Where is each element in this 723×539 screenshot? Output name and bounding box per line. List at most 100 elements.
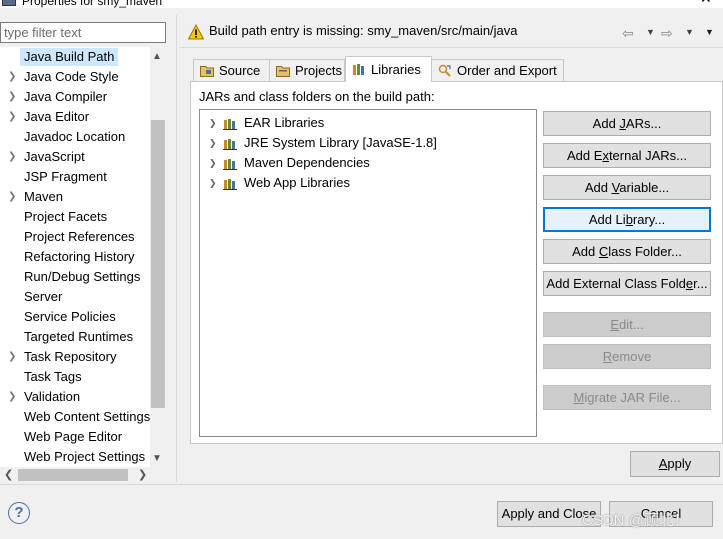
scroll-up-icon[interactable]: ▲ xyxy=(152,51,162,62)
header-divider xyxy=(180,47,723,48)
chevron-down-icon[interactable]: ▼ xyxy=(685,27,694,37)
library-icon xyxy=(353,64,364,75)
tree-item-label: EAR Libraries xyxy=(244,115,325,130)
remove-button[interactable]: Remove xyxy=(543,344,711,369)
nav-item-java-editor[interactable]: ❯ Java Editor xyxy=(0,107,150,127)
tab-order-and-export[interactable]: Order and Export xyxy=(431,59,564,81)
add-library-button[interactable]: Add Library... xyxy=(543,207,711,232)
nav-item-validation[interactable]: ❯ Validation xyxy=(0,387,150,407)
nav-item-label: Web Project Settings xyxy=(24,449,146,464)
nav-item-label: Task Tags xyxy=(24,369,82,384)
scrollbar-thumb[interactable] xyxy=(151,120,165,408)
order-export-icon xyxy=(438,64,451,77)
nav-item-service-policies[interactable]: Service Policies xyxy=(0,307,150,327)
nav-item-javadoc-location[interactable]: Javadoc Location xyxy=(0,127,150,147)
library-icon xyxy=(223,159,237,170)
nav-item-label: Service Policies xyxy=(24,309,116,324)
nav-item-label: Run/Debug Settings xyxy=(24,269,141,284)
nav-item-label: Refactoring History xyxy=(24,249,135,264)
nav-item-label: Targeted Runtimes xyxy=(24,329,134,344)
nav-item-targeted-runtimes[interactable]: Targeted Runtimes xyxy=(0,327,150,347)
scroll-right-icon[interactable]: ❯ xyxy=(138,468,147,481)
nav-item-task-tags[interactable]: Task Tags xyxy=(0,367,150,387)
chevron-right-icon[interactable]: ❯ xyxy=(209,138,217,149)
nav-item-refactoring-history[interactable]: Refactoring History xyxy=(0,247,150,267)
folder-icon xyxy=(200,66,214,77)
header-message: Build path entry is missing: smy_maven/s… xyxy=(209,23,518,38)
window-title: Properties for smy_maven xyxy=(22,0,163,8)
add-external-class-folder-button[interactable]: Add External Class Folder... xyxy=(543,271,711,296)
app-icon xyxy=(2,0,16,6)
chevron-down-icon[interactable]: ▼ xyxy=(646,27,655,37)
view-menu-icon[interactable]: ▼ xyxy=(705,27,714,37)
nav-item-java-build-path[interactable]: Java Build Path xyxy=(0,47,150,67)
tab-label: Source xyxy=(219,63,261,78)
project-folder-icon xyxy=(276,66,290,77)
nav-item-label: Maven xyxy=(24,189,64,204)
chevron-right-icon[interactable]: ❯ xyxy=(8,191,16,202)
nav-item-label: Javadoc Location xyxy=(24,129,126,144)
chevron-right-icon[interactable]: ❯ xyxy=(8,151,16,162)
add-class-folder-button[interactable]: Add Class Folder... xyxy=(543,239,711,264)
nav-item-label: Web Page Editor xyxy=(24,429,123,444)
nav-item-label: Web Content Settings xyxy=(24,409,150,424)
nav-item-label: Java Compiler xyxy=(24,89,108,104)
chevron-right-icon[interactable]: ❯ xyxy=(8,391,16,402)
nav-item-label: Project Facets xyxy=(24,209,108,224)
chevron-right-icon[interactable]: ❯ xyxy=(209,118,217,129)
nav-item-java-code-style[interactable]: ❯ Java Code Style xyxy=(0,67,150,87)
edit-button[interactable]: Edit... xyxy=(543,312,711,337)
migrate-jar-file-button[interactable]: Migrate JAR File... xyxy=(543,385,711,410)
chevron-right-icon[interactable]: ❯ xyxy=(8,351,16,362)
nav-item-server[interactable]: Server xyxy=(0,287,150,307)
close-icon[interactable]: ✕ xyxy=(700,0,712,7)
tab-projects[interactable]: Projects xyxy=(269,59,345,81)
nav-item-web-content-settings[interactable]: Web Content Settings xyxy=(0,407,150,427)
nav-item-label: Java Editor xyxy=(24,109,90,124)
add-jars-button[interactable]: Add JARs... xyxy=(543,111,711,136)
build-path-tree[interactable]: ❯ EAR Libraries ❯ JRE System Library [Ja… xyxy=(199,109,537,437)
nav-item-web-project-settings[interactable]: Web Project Settings xyxy=(0,447,150,467)
scrollbar-thumb[interactable] xyxy=(18,469,128,481)
chevron-right-icon[interactable]: ❯ xyxy=(8,91,16,102)
back-arrow-icon[interactable]: ⇦ xyxy=(622,25,634,42)
nav-item-project-facets[interactable]: Project Facets xyxy=(0,207,150,227)
chevron-right-icon[interactable]: ❯ xyxy=(8,111,16,122)
nav-item-task-repository[interactable]: ❯ Task Repository xyxy=(0,347,150,367)
tab-libraries[interactable]: Libraries xyxy=(345,56,432,82)
nav-item-java-compiler[interactable]: ❯ Java Compiler xyxy=(0,87,150,107)
scroll-down-icon[interactable]: ▼ xyxy=(152,453,162,464)
panel-splitter[interactable] xyxy=(176,15,177,482)
nav-item-web-page-editor[interactable]: Web Page Editor xyxy=(0,427,150,447)
nav-item-project-references[interactable]: Project References xyxy=(0,227,150,247)
nav-item-maven[interactable]: ❯ Maven xyxy=(0,187,150,207)
add-external-jars-button[interactable]: Add External JARs... xyxy=(543,143,711,168)
filter-input[interactable] xyxy=(0,22,166,43)
tree-item-label: Maven Dependencies xyxy=(244,155,370,170)
tab-label: Order and Export xyxy=(457,63,557,78)
chevron-right-icon[interactable]: ❯ xyxy=(209,158,217,169)
nav-item-label: Java Build Path xyxy=(20,48,119,66)
chevron-right-icon[interactable]: ❯ xyxy=(209,178,217,189)
nav-item-label: Server xyxy=(24,289,63,304)
nav-item-label: JavaScript xyxy=(24,149,85,164)
nav-item-label: JSP Fragment xyxy=(24,169,107,184)
apply-button[interactable]: Apply xyxy=(630,451,720,477)
library-icon xyxy=(223,139,237,150)
tree-item-label: JRE System Library [JavaSE-1.8] xyxy=(244,135,437,150)
tree-item-label: Web App Libraries xyxy=(244,175,350,190)
nav-item-jsp-fragment[interactable]: JSP Fragment xyxy=(0,167,150,187)
nav-item-javascript[interactable]: ❯ JavaScript xyxy=(0,147,150,167)
nav-item-run-debug-settings[interactable]: Run/Debug Settings xyxy=(0,267,150,287)
property-page-tree: Java Build Path ❯ Java Code Style ❯ Java C… xyxy=(0,47,150,467)
library-icon xyxy=(223,179,237,190)
nav-item-label: Java Code Style xyxy=(24,69,119,84)
library-icon xyxy=(223,119,237,130)
nav-item-label: Validation xyxy=(24,389,81,404)
forward-arrow-icon[interactable]: ⇨ xyxy=(661,25,673,42)
add-variable-button[interactable]: Add Variable... xyxy=(543,175,711,200)
scroll-left-icon[interactable]: ❮ xyxy=(4,468,13,481)
chevron-right-icon[interactable]: ❯ xyxy=(8,71,16,82)
help-icon[interactable]: ? xyxy=(8,502,30,524)
nav-item-label: Task Repository xyxy=(24,349,117,364)
